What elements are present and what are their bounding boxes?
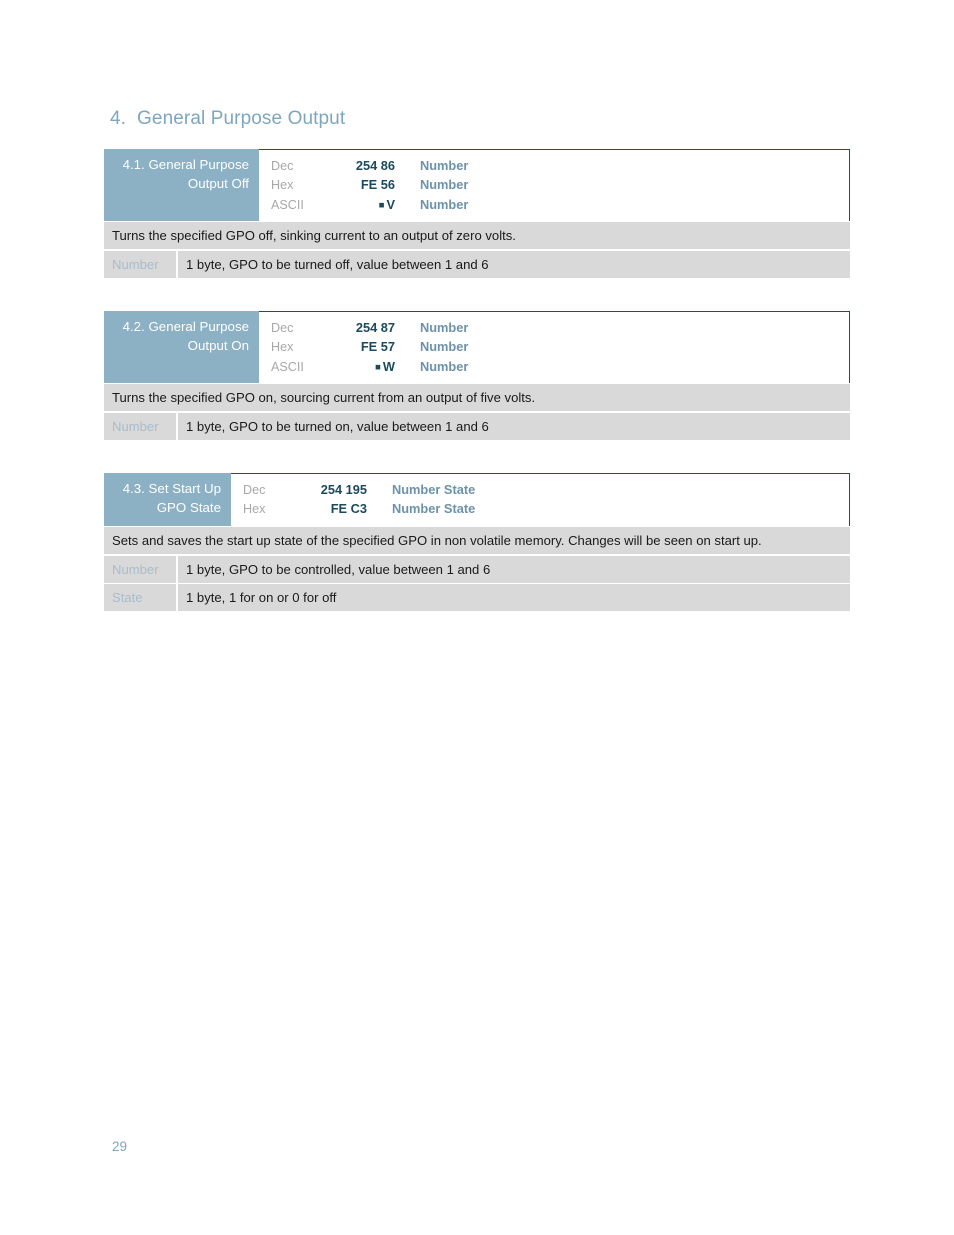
syntax-parameters: Number bbox=[420, 339, 469, 355]
command-title-line: 4.3. Set Start Up bbox=[122, 481, 221, 496]
parameter-row: Number 1 byte, GPO to be turned on, value… bbox=[104, 412, 850, 440]
command-title-cell: 4.2. General Purpose Output On bbox=[104, 311, 259, 383]
filled-square-icon: ■ bbox=[375, 361, 381, 373]
parameter-description: 1 byte, GPO to be turned off, value betw… bbox=[178, 250, 850, 278]
syntax-type-label: Dec bbox=[271, 159, 294, 173]
syntax-type-label: Hex bbox=[271, 178, 294, 193]
page-title: 4. General Purpose Output bbox=[110, 108, 345, 130]
syntax-type-label: Dec bbox=[243, 483, 266, 497]
parameter-name: State bbox=[104, 584, 176, 612]
parameter-description: 1 byte, 1 for on or 0 for off bbox=[178, 584, 850, 612]
parameter-name: Number bbox=[104, 555, 176, 583]
section-title: General Purpose Output bbox=[137, 108, 346, 129]
parameter-description: 1 byte, GPO to be controlled, value betw… bbox=[178, 555, 850, 583]
section-number: 4. bbox=[110, 108, 127, 129]
syntax-value: 254 86 bbox=[355, 158, 395, 173]
filled-square-icon: ■ bbox=[378, 199, 385, 211]
command-header-row: 4.3. Set Start Up GPO State Dec 254 195 Numb… bbox=[104, 473, 850, 526]
parameter-row: State 1 byte, 1 for on or 0 for off bbox=[104, 584, 850, 612]
parameter-description: 1 byte, GPO to be turned on, value betwe… bbox=[178, 412, 850, 440]
syntax-parameters: Number bbox=[420, 177, 469, 193]
syntax-value: FE 56 bbox=[360, 177, 395, 193]
syntax-row: ASCII ■ W Number bbox=[259, 357, 849, 376]
command-title-line: GPO State bbox=[156, 500, 221, 516]
page-number: 29 bbox=[112, 1139, 128, 1154]
syntax-value: ■ W bbox=[322, 357, 395, 377]
command-block: 4.3. Set Start Up GPO State Dec 254 195 Numb… bbox=[104, 473, 850, 612]
syntax-type-label: ASCII bbox=[271, 359, 304, 374]
syntax-value: ■ V bbox=[322, 195, 395, 215]
syntax-row: Hex FE C3 Number State bbox=[231, 499, 849, 518]
command-header-row: 4.2. General Purpose Output On Dec 254 87 Nu… bbox=[104, 311, 850, 383]
syntax-row: Dec 254 86 Number bbox=[259, 156, 849, 175]
command-header-row: 4.1. General Purpose Output Off Dec 254 86 N… bbox=[104, 149, 850, 221]
command-description: Turns the specified GPO on, sourcing cur… bbox=[104, 384, 850, 412]
document-page: 4. General Purpose Output 4.1. General Pu… bbox=[0, 0, 954, 1235]
syntax-row: Dec 254 87 Number bbox=[259, 318, 849, 337]
syntax-type-label: Dec bbox=[271, 321, 294, 335]
command-syntax-panel: Dec 254 87 Number Hex FE 57 Number ASCII ■ W Numb… bbox=[259, 311, 850, 383]
parameter-row: Number 1 byte, GPO to be turned off, valu… bbox=[104, 250, 850, 278]
syntax-row: ASCII ■ V Number bbox=[259, 195, 849, 214]
syntax-value: FE 57 bbox=[360, 339, 395, 355]
syntax-type-label: Hex bbox=[271, 340, 294, 355]
syntax-value: 254 87 bbox=[355, 320, 395, 335]
command-description: Turns the specified GPO off, sinking cur… bbox=[104, 222, 850, 250]
parameter-name: Number bbox=[104, 250, 176, 278]
syntax-parameters: Number bbox=[420, 358, 469, 374]
syntax-parameters: Number bbox=[420, 320, 469, 335]
syntax-parameters: Number State bbox=[392, 482, 476, 497]
command-description: Sets and saves the start up state of the… bbox=[104, 527, 850, 555]
syntax-parameters: Number bbox=[420, 196, 469, 212]
syntax-row: Dec 254 195 Number State bbox=[231, 480, 849, 499]
syntax-parameters: Number bbox=[420, 158, 469, 173]
parameter-row: Number 1 byte, GPO to be controlled, valu… bbox=[104, 555, 850, 583]
syntax-value: 254 195 bbox=[320, 482, 367, 497]
command-block: 4.1. General Purpose Output Off Dec 254 86 N… bbox=[104, 149, 850, 278]
syntax-row: Hex FE 56 Number bbox=[259, 175, 849, 194]
syntax-parameters: Number State bbox=[392, 501, 476, 517]
command-syntax-panel: Dec 254 195 Number State Hex FE C3 Number Sta… bbox=[231, 473, 850, 526]
command-title-line: Output Off bbox=[187, 176, 249, 192]
command-title-line: Output On bbox=[187, 338, 249, 354]
syntax-value: FE C3 bbox=[330, 501, 367, 517]
command-syntax-panel: Dec 254 86 Number Hex FE 56 Number ASCII ■ V Numb… bbox=[259, 149, 850, 221]
command-title-line: 4.1. General Purpose bbox=[122, 157, 249, 172]
command-block: 4.2. General Purpose Output On Dec 254 87 Nu… bbox=[104, 311, 850, 440]
command-title-cell: 4.3. Set Start Up GPO State bbox=[104, 473, 231, 526]
command-title-cell: 4.1. General Purpose Output Off bbox=[104, 149, 259, 221]
syntax-value-text: W bbox=[382, 358, 395, 374]
syntax-value-text: V bbox=[386, 196, 395, 212]
parameter-name: Number bbox=[104, 412, 176, 440]
syntax-type-label: ASCII bbox=[271, 197, 304, 212]
syntax-type-label: Hex bbox=[243, 502, 266, 517]
syntax-row: Hex FE 57 Number bbox=[259, 337, 849, 356]
command-title-line: 4.2. General Purpose bbox=[122, 319, 249, 334]
